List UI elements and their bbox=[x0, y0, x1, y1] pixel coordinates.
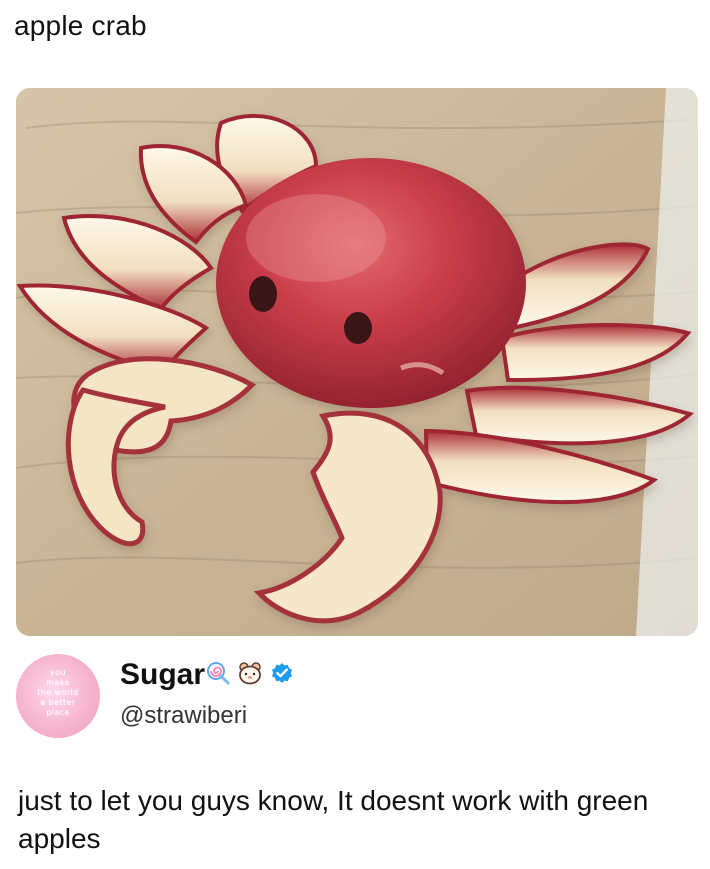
hamster-icon bbox=[236, 659, 264, 687]
display-name[interactable]: Sugar bbox=[120, 658, 205, 692]
post-caption: apple crab bbox=[14, 10, 147, 41]
avatar-line-4: a better bbox=[40, 698, 76, 707]
avatar-line-1: you bbox=[50, 668, 66, 677]
avatar-line-3: the world bbox=[37, 688, 79, 697]
avatar[interactable]: you make the world a better place bbox=[16, 654, 100, 738]
lollipop-icon bbox=[204, 659, 232, 687]
avatar-text: you make the world a better place bbox=[24, 668, 92, 718]
profile-badges bbox=[204, 659, 296, 687]
avatar-line-2: make bbox=[46, 678, 70, 687]
tweet-text: just to let you guys know, It doesnt wor… bbox=[18, 785, 649, 854]
apple-crab-photo bbox=[16, 88, 698, 636]
tweet-header: you make the world a better place Sugar bbox=[16, 654, 698, 738]
apple-crab-image bbox=[16, 88, 698, 636]
avatar-line-5: place bbox=[46, 708, 70, 717]
verified-icon bbox=[268, 659, 296, 687]
user-handle[interactable]: @strawiberi bbox=[120, 702, 247, 730]
